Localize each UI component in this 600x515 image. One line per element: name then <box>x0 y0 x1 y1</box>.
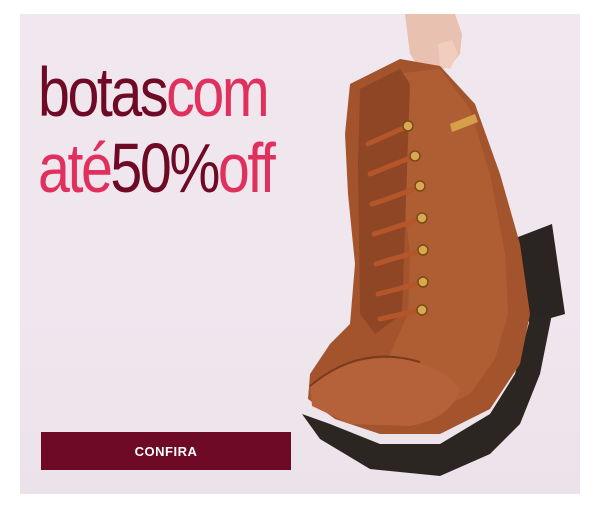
headline-word-ate: até <box>38 129 113 207</box>
headline-line-2: até50%off <box>38 129 276 207</box>
headline-discount: 50% <box>110 129 220 207</box>
headline-word-com: com <box>166 53 270 131</box>
confira-button[interactable]: CONFIRA <box>41 432 291 470</box>
boot-with-hand-icon <box>302 14 565 476</box>
headline: botascom até50%off <box>38 54 276 207</box>
headline-word-botas: botas <box>38 53 169 131</box>
promo-banner[interactable]: botascom até50%off CONFIRA <box>20 14 580 494</box>
headline-line-1: botascom <box>38 54 273 130</box>
headline-word-off: off <box>217 129 276 207</box>
